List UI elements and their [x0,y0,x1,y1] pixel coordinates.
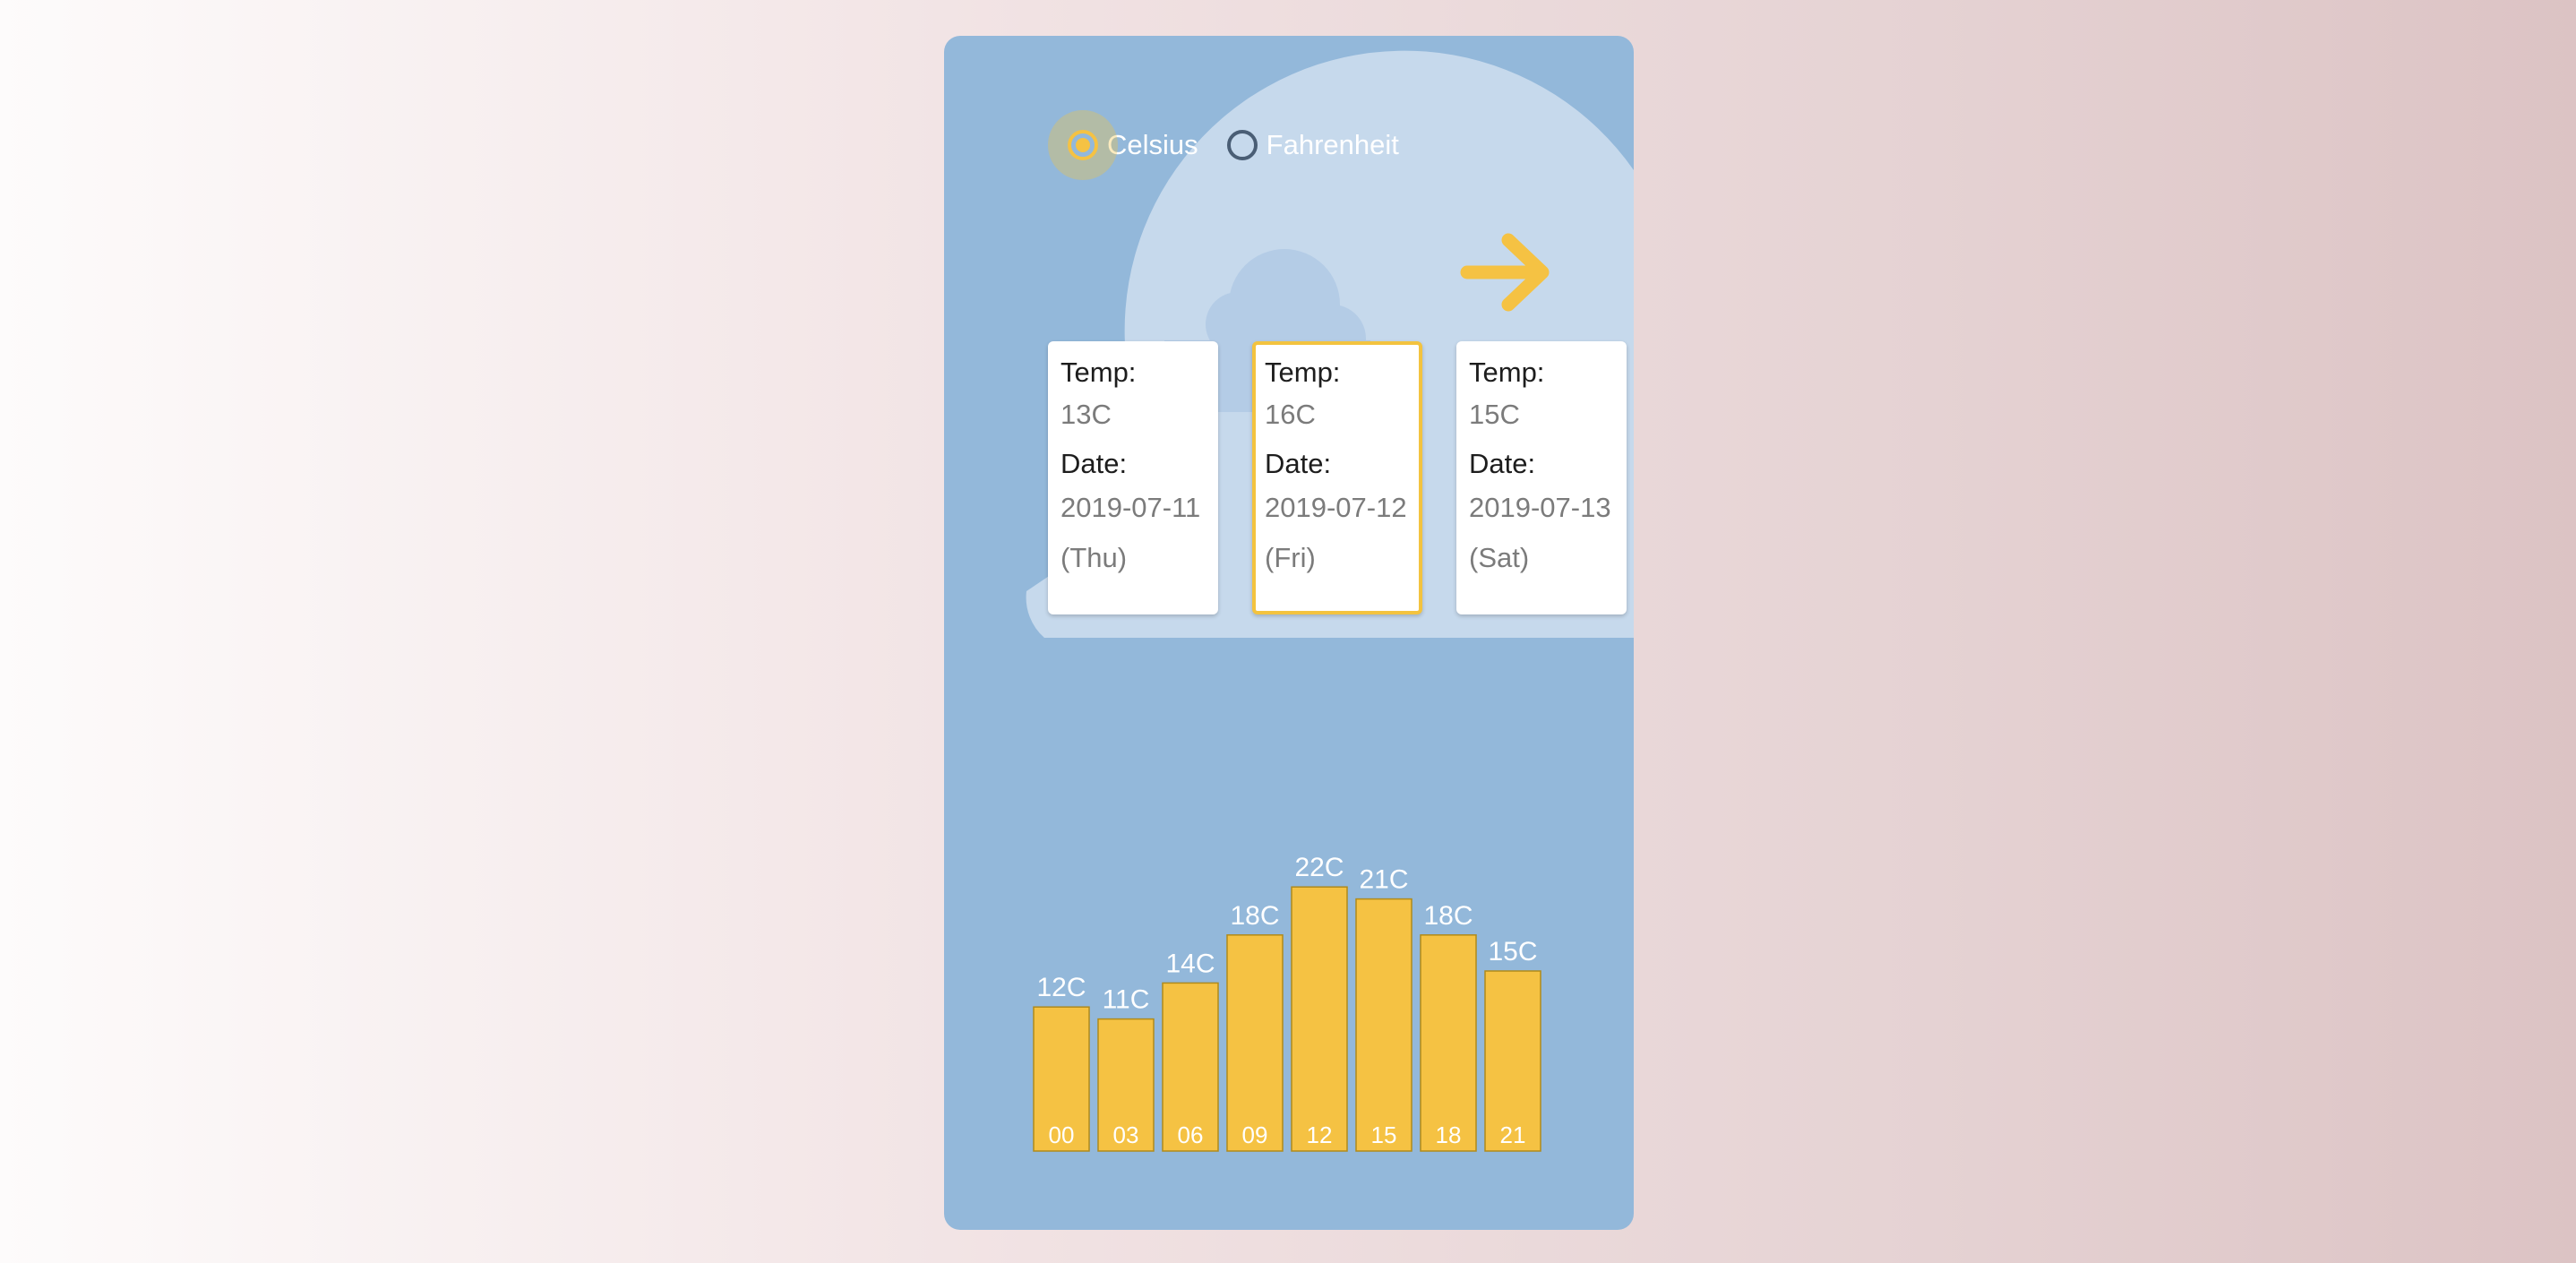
temp-value: 15C [1469,399,1520,430]
temp-label: Temp: [1265,357,1341,388]
forecast-card-day-3[interactable]: Temp: 15C Date: 2019-07-13 (Sat) [1456,341,1627,614]
date-value: 2019-07-12 [1265,492,1407,523]
fahrenheit-radio[interactable]: Fahrenheit [1226,129,1399,161]
fahrenheit-label: Fahrenheit [1266,129,1399,160]
date-value: 2019-07-13 [1469,492,1611,523]
fahrenheit-radio-indicator[interactable] [1226,130,1258,160]
weekday-value: (Sat) [1469,542,1530,573]
temp-value: 13C [1060,399,1112,430]
forecast-card-day-1[interactable]: Temp: 13C Date: 2019-07-11 (Thu) [1048,341,1218,614]
celsius-label: Celsius [1107,129,1198,160]
date-label: Date: [1265,448,1332,479]
forecast-card-day-2[interactable]: Temp: 16C Date: 2019-07-12 (Fri) [1252,341,1422,614]
weekday-value: (Thu) [1060,542,1128,573]
weather-app-panel: Celsius Fahrenheit Temp: 13C Date: 2019-… [944,36,1634,1230]
celsius-radio-indicator[interactable] [1068,130,1098,160]
unit-toggle: Celsius Fahrenheit [1068,107,1399,183]
background-sun-cloud [1026,50,1634,638]
temp-value: 16C [1265,399,1316,430]
date-label: Date: [1060,448,1128,479]
date-value: 2019-07-11 [1060,492,1201,523]
temp-label: Temp: [1469,357,1545,388]
date-label: Date: [1469,448,1536,479]
arrow-right-icon[interactable] [1456,228,1557,317]
celsius-radio[interactable]: Celsius [1068,129,1198,161]
weekday-value: (Fri) [1265,542,1316,573]
temp-label: Temp: [1060,357,1137,388]
